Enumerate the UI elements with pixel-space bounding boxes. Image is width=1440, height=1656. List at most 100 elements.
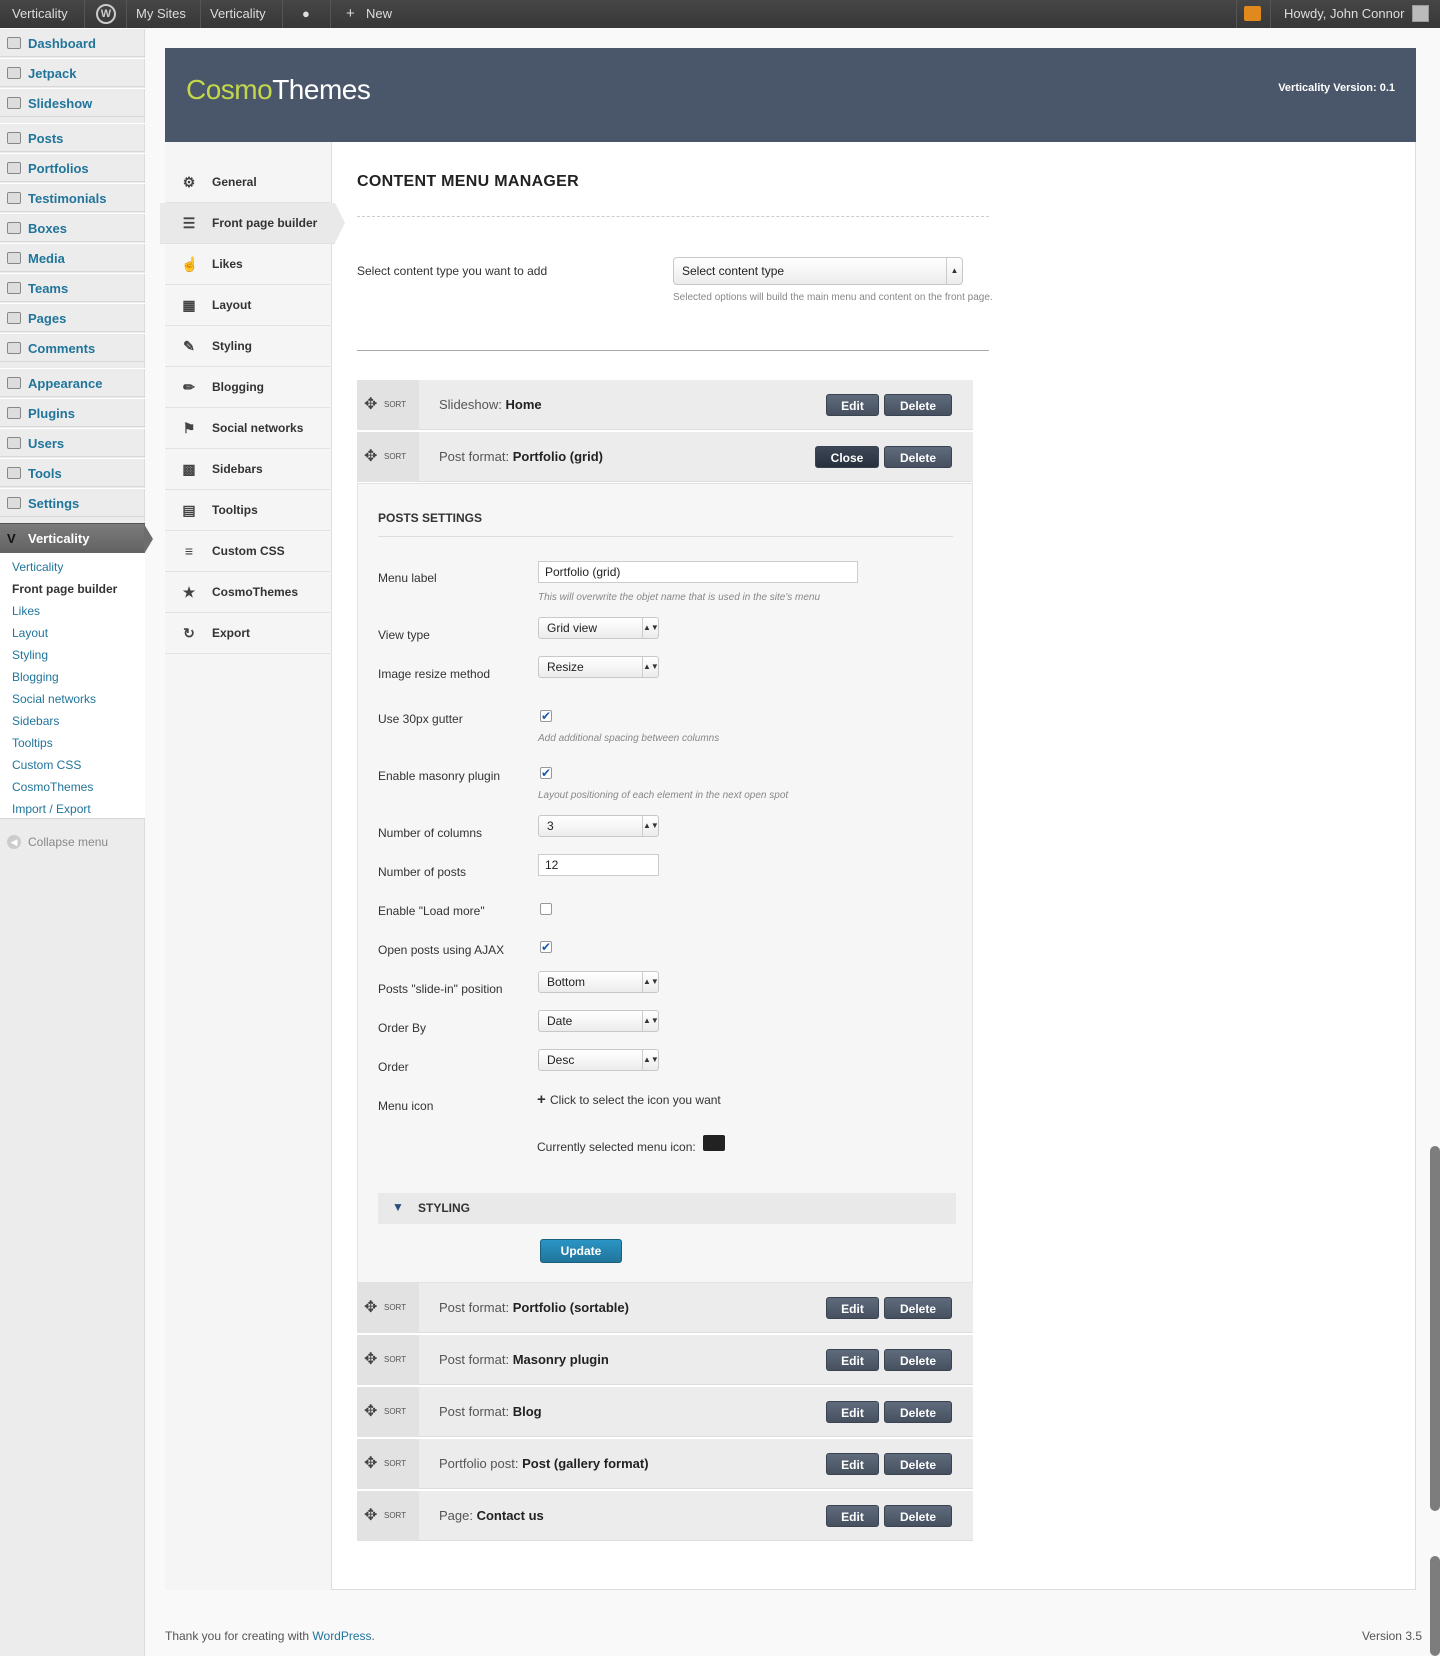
tab-export[interactable]: ↻ Export bbox=[165, 613, 330, 654]
delete-button[interactable]: Delete bbox=[884, 1453, 952, 1475]
tab-tooltips[interactable]: ▤ Tooltips bbox=[165, 490, 330, 531]
edit-button[interactable]: Edit bbox=[826, 1401, 879, 1423]
sidebar-item-pages[interactable]: Pages bbox=[0, 303, 145, 332]
submenu-item[interactable]: Likes bbox=[12, 603, 40, 619]
collapse-icon[interactable]: ◀ bbox=[7, 835, 21, 849]
delete-button[interactable]: Delete bbox=[884, 1349, 952, 1371]
submenu-item[interactable]: Tooltips bbox=[12, 735, 53, 751]
tab-styling[interactable]: ✎ Styling bbox=[165, 326, 330, 367]
submenu-item[interactable]: Front page builder bbox=[12, 581, 117, 597]
close-button[interactable]: Close bbox=[815, 446, 879, 468]
sidebar-item-users[interactable]: Users bbox=[0, 428, 145, 457]
content-type-select[interactable]: Select content type ▲ bbox=[673, 257, 963, 285]
sidebar-item-testimonials[interactable]: Testimonials bbox=[0, 183, 145, 212]
tab-likes[interactable]: ☝ Likes bbox=[165, 244, 330, 285]
current-icon-label: Currently selected menu icon: bbox=[537, 1140, 696, 1154]
move-icon: ✥ bbox=[364, 1507, 378, 1524]
sidebar-item-label: Jetpack bbox=[28, 66, 77, 81]
submenu-item[interactable]: Social networks bbox=[12, 691, 96, 707]
my-sites-link[interactable]: My Sites bbox=[136, 0, 186, 28]
submenu-item[interactable]: Verticality bbox=[12, 559, 63, 575]
sidebar-item-settings[interactable]: Settings bbox=[0, 488, 145, 517]
masonry-checkbox[interactable]: ✔ bbox=[540, 767, 552, 779]
ajax-checkbox[interactable]: ✔ bbox=[540, 941, 552, 953]
version-label: Verticality Version: 0.1 bbox=[1278, 82, 1395, 94]
menu-label-input[interactable]: Portfolio (grid) bbox=[538, 561, 858, 583]
load-more-checkbox[interactable] bbox=[540, 903, 552, 915]
comments-bubble-icon[interactable]: ● bbox=[302, 0, 310, 28]
sidebar-item-portfolios[interactable]: Portfolios bbox=[0, 153, 145, 182]
plugins-icon bbox=[7, 407, 21, 419]
sort-handle[interactable]: ✥ SORT bbox=[357, 1387, 419, 1437]
sidebar-item-slideshow[interactable]: Slideshow bbox=[0, 88, 145, 117]
edit-button[interactable]: Edit bbox=[826, 1505, 879, 1527]
edit-button[interactable]: Edit bbox=[826, 1297, 879, 1319]
scrollbar[interactable] bbox=[1430, 1146, 1440, 1511]
tab-layout[interactable]: ▦ Layout bbox=[165, 285, 330, 326]
posts-count-input[interactable]: 12 bbox=[538, 854, 659, 876]
sidebar-item-comments[interactable]: Comments bbox=[0, 333, 145, 362]
delete-button[interactable]: Delete bbox=[884, 1505, 952, 1527]
sort-handle[interactable]: ✥ SORT bbox=[357, 1283, 419, 1333]
tab-general[interactable]: ⚙ General bbox=[165, 162, 330, 203]
site-name-link[interactable]: Verticality bbox=[12, 0, 68, 28]
submenu-item[interactable]: Sidebars bbox=[12, 713, 59, 729]
order-by-select[interactable]: Date ▲▼ bbox=[538, 1010, 659, 1032]
update-button[interactable]: Update bbox=[540, 1239, 622, 1263]
sidebar-item-verticality[interactable]: V Verticality bbox=[0, 523, 153, 554]
tab-custom-css[interactable]: ≡ Custom CSS bbox=[165, 531, 330, 572]
new-link[interactable]: New bbox=[366, 0, 392, 28]
sort-handle[interactable]: ✥ SORT bbox=[357, 1439, 419, 1489]
submenu-item[interactable]: Custom CSS bbox=[12, 757, 81, 773]
sort-handle[interactable]: ✥ SORT bbox=[357, 1335, 419, 1385]
wordpress-link[interactable]: WordPress bbox=[312, 1629, 371, 1643]
sort-handle[interactable]: ✥ SORT bbox=[357, 380, 419, 430]
submenu-item[interactable]: Import / Export bbox=[12, 801, 91, 817]
sidebar-item-dashboard[interactable]: Dashboard bbox=[0, 28, 145, 57]
columns-select[interactable]: 3 ▲▼ bbox=[538, 815, 659, 837]
collapse-menu-link[interactable]: Collapse menu bbox=[28, 835, 108, 849]
plus-icon[interactable]: + bbox=[537, 1091, 546, 1108]
howdy-user-link[interactable]: Howdy, John Connor bbox=[1284, 0, 1404, 28]
edit-button[interactable]: Edit bbox=[826, 1453, 879, 1475]
notification-icon[interactable] bbox=[1244, 6, 1261, 21]
order-select[interactable]: Desc ▲▼ bbox=[538, 1049, 659, 1071]
slide-in-select[interactable]: Bottom ▲▼ bbox=[538, 971, 659, 993]
plus-icon[interactable]: + bbox=[346, 0, 355, 28]
sidebar-item-tools[interactable]: Tools bbox=[0, 458, 145, 487]
delete-button[interactable]: Delete bbox=[884, 446, 952, 468]
sidebar-item-jetpack[interactable]: Jetpack bbox=[0, 58, 145, 87]
delete-button[interactable]: Delete bbox=[884, 1297, 952, 1319]
delete-button[interactable]: Delete bbox=[884, 1401, 952, 1423]
tab-cosmothemes[interactable]: ★ CosmoThemes bbox=[165, 572, 330, 613]
sidebar-item-media[interactable]: Media bbox=[0, 243, 145, 272]
sidebar-item-posts[interactable]: Posts bbox=[0, 123, 145, 152]
submenu-item[interactable]: CosmoThemes bbox=[12, 779, 93, 795]
gutter-checkbox[interactable]: ✔ bbox=[540, 710, 552, 722]
sidebar-item-teams[interactable]: Teams bbox=[0, 273, 145, 302]
tab-sidebars[interactable]: ▩ Sidebars bbox=[165, 449, 330, 490]
sidebar-item-appearance[interactable]: Appearance bbox=[0, 368, 145, 397]
sidebar-item-plugins[interactable]: Plugins bbox=[0, 398, 145, 427]
resize-method-select[interactable]: Resize ▲▼ bbox=[538, 656, 659, 678]
avatar[interactable] bbox=[1412, 5, 1429, 22]
delete-button[interactable]: Delete bbox=[884, 394, 952, 416]
wordpress-logo-icon[interactable]: W bbox=[96, 4, 116, 24]
edit-button[interactable]: Edit bbox=[826, 394, 879, 416]
view-type-select[interactable]: Grid view ▲▼ bbox=[538, 617, 659, 639]
submenu-item[interactable]: Styling bbox=[12, 647, 48, 663]
edit-button[interactable]: Edit bbox=[826, 1349, 879, 1371]
tab-social-networks[interactable]: ⚑ Social networks bbox=[165, 408, 330, 449]
tab-front-page-builder[interactable]: ☰ Front page builder bbox=[160, 203, 345, 244]
tab-blogging[interactable]: ✏ Blogging bbox=[165, 367, 330, 408]
pages-icon bbox=[7, 312, 21, 324]
submenu-item[interactable]: Blogging bbox=[12, 669, 59, 685]
select-icon-link[interactable]: Click to select the icon you want bbox=[550, 1093, 721, 1107]
sort-handle[interactable]: ✥ SORT bbox=[357, 1491, 419, 1541]
scrollbar[interactable] bbox=[1430, 1556, 1440, 1656]
sidebar-item-boxes[interactable]: Boxes bbox=[0, 213, 145, 242]
sidebar-item-label: Slideshow bbox=[28, 96, 93, 111]
site-link[interactable]: Verticality bbox=[210, 0, 266, 28]
submenu-item[interactable]: Layout bbox=[12, 625, 48, 641]
sort-handle[interactable]: ✥ SORT bbox=[357, 432, 419, 482]
